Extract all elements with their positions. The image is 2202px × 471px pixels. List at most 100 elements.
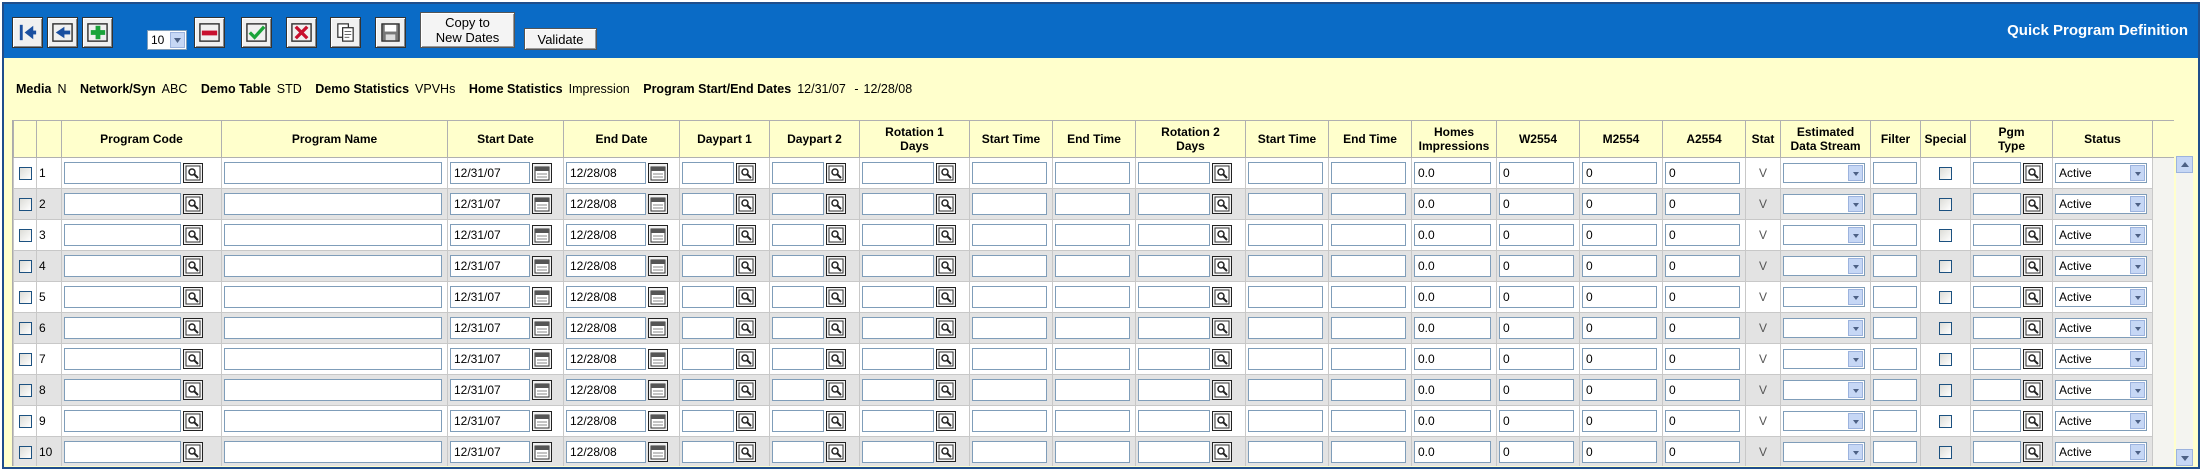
end-date-calendar-button[interactable] [648, 194, 668, 214]
pgm-type-input[interactable] [1973, 193, 2021, 215]
program-code-input[interactable] [64, 348, 181, 370]
program-name-input[interactable] [224, 379, 442, 401]
a2554-input[interactable]: 0 [1665, 379, 1740, 401]
status-select[interactable]: Active [2055, 442, 2147, 462]
estimated-data-stream-select[interactable] [1783, 225, 1865, 245]
start-time1-input[interactable] [972, 441, 1047, 463]
w2554-input[interactable]: 0 [1499, 348, 1574, 370]
start-time2-input[interactable] [1248, 162, 1323, 184]
end-date-input[interactable]: 12/28/08 [566, 286, 646, 308]
rotation1-input[interactable] [862, 441, 934, 463]
special-checkbox[interactable] [1939, 291, 1952, 305]
daypart2-lookup-button[interactable] [826, 225, 846, 245]
start-time2-input[interactable] [1248, 379, 1323, 401]
status-select[interactable]: Active [2055, 380, 2147, 400]
daypart2-input[interactable] [772, 193, 824, 215]
daypart1-input[interactable] [682, 193, 734, 215]
w2554-input[interactable]: 0 [1499, 286, 1574, 308]
program-code-lookup-button[interactable] [183, 287, 203, 307]
daypart1-lookup-button[interactable] [736, 287, 756, 307]
homes-impressions-input[interactable]: 0.0 [1414, 224, 1491, 246]
daypart2-input[interactable] [772, 441, 824, 463]
start-time2-input[interactable] [1248, 224, 1323, 246]
filter-input[interactable] [1873, 193, 1917, 215]
m2554-input[interactable]: 0 [1582, 379, 1657, 401]
start-date-calendar-button[interactable] [532, 163, 552, 183]
pgm-type-input[interactable] [1973, 317, 2021, 339]
homes-impressions-input[interactable]: 0.0 [1414, 441, 1491, 463]
rotation1-input[interactable] [862, 410, 934, 432]
special-checkbox[interactable] [1939, 198, 1952, 212]
pgm-type-lookup-button[interactable] [2023, 225, 2043, 245]
rotation1-lookup-button[interactable] [936, 194, 956, 214]
program-code-lookup-button[interactable] [183, 318, 203, 338]
daypart1-input[interactable] [682, 162, 734, 184]
pgm-type-input[interactable] [1973, 286, 2021, 308]
end-time1-input[interactable] [1055, 162, 1130, 184]
program-name-input[interactable] [224, 348, 442, 370]
end-time2-input[interactable] [1331, 441, 1406, 463]
estimated-data-stream-select[interactable] [1783, 411, 1865, 431]
program-code-lookup-button[interactable] [183, 411, 203, 431]
w2554-input[interactable]: 0 [1499, 255, 1574, 277]
estimated-data-stream-select[interactable] [1783, 194, 1865, 214]
homes-impressions-input[interactable]: 0.0 [1414, 317, 1491, 339]
homes-impressions-input[interactable]: 0.0 [1414, 348, 1491, 370]
start-time1-input[interactable] [972, 162, 1047, 184]
start-date-calendar-button[interactable] [532, 411, 552, 431]
filter-input[interactable] [1873, 379, 1917, 401]
start-time1-input[interactable] [972, 317, 1047, 339]
start-time2-input[interactable] [1248, 410, 1323, 432]
status-select[interactable]: Active [2055, 256, 2147, 276]
homes-impressions-input[interactable]: 0.0 [1414, 255, 1491, 277]
rotation1-lookup-button[interactable] [936, 225, 956, 245]
special-checkbox[interactable] [1939, 384, 1952, 398]
start-date-input[interactable]: 12/31/07 [450, 317, 530, 339]
row-checkbox[interactable] [18, 415, 32, 429]
start-time1-input[interactable] [972, 286, 1047, 308]
end-date-input[interactable]: 12/28/08 [566, 410, 646, 432]
end-time2-input[interactable] [1331, 348, 1406, 370]
end-date-input[interactable]: 12/28/08 [566, 255, 646, 277]
daypart2-input[interactable] [772, 255, 824, 277]
filter-input[interactable] [1873, 441, 1917, 463]
pgm-type-lookup-button[interactable] [2023, 194, 2043, 214]
special-checkbox[interactable] [1939, 446, 1952, 460]
homes-impressions-input[interactable]: 0.0 [1414, 410, 1491, 432]
daypart2-input[interactable] [772, 348, 824, 370]
program-name-input[interactable] [224, 224, 442, 246]
pgm-type-input[interactable] [1973, 379, 2021, 401]
pgm-type-input[interactable] [1973, 255, 2021, 277]
daypart2-lookup-button[interactable] [826, 349, 846, 369]
filter-input[interactable] [1873, 317, 1917, 339]
w2554-input[interactable]: 0 [1499, 410, 1574, 432]
daypart1-lookup-button[interactable] [736, 194, 756, 214]
end-time2-input[interactable] [1331, 193, 1406, 215]
start-date-calendar-button[interactable] [532, 256, 552, 276]
row-checkbox[interactable] [18, 198, 32, 212]
program-code-input[interactable] [64, 441, 181, 463]
daypart1-lookup-button[interactable] [736, 442, 756, 462]
w2554-input[interactable]: 0 [1499, 317, 1574, 339]
rotation1-lookup-button[interactable] [936, 163, 956, 183]
rotation2-lookup-button[interactable] [1212, 411, 1232, 431]
start-time2-input[interactable] [1248, 317, 1323, 339]
daypart2-lookup-button[interactable] [826, 318, 846, 338]
end-date-calendar-button[interactable] [648, 411, 668, 431]
daypart2-lookup-button[interactable] [826, 194, 846, 214]
pgm-type-lookup-button[interactable] [2023, 411, 2043, 431]
daypart1-input[interactable] [682, 255, 734, 277]
status-select[interactable]: Active [2055, 163, 2147, 183]
program-code-input[interactable] [64, 410, 181, 432]
a2554-input[interactable]: 0 [1665, 317, 1740, 339]
w2554-input[interactable]: 0 [1499, 162, 1574, 184]
start-time2-input[interactable] [1248, 348, 1323, 370]
scroll-up-icon[interactable] [2176, 156, 2193, 173]
end-date-calendar-button[interactable] [648, 256, 668, 276]
copy-to-new-dates-button[interactable]: Copy to New Dates [420, 12, 515, 48]
a2554-input[interactable]: 0 [1665, 348, 1740, 370]
pgm-type-input[interactable] [1973, 224, 2021, 246]
m2554-input[interactable]: 0 [1582, 317, 1657, 339]
rotation1-lookup-button[interactable] [936, 442, 956, 462]
end-time1-input[interactable] [1055, 255, 1130, 277]
